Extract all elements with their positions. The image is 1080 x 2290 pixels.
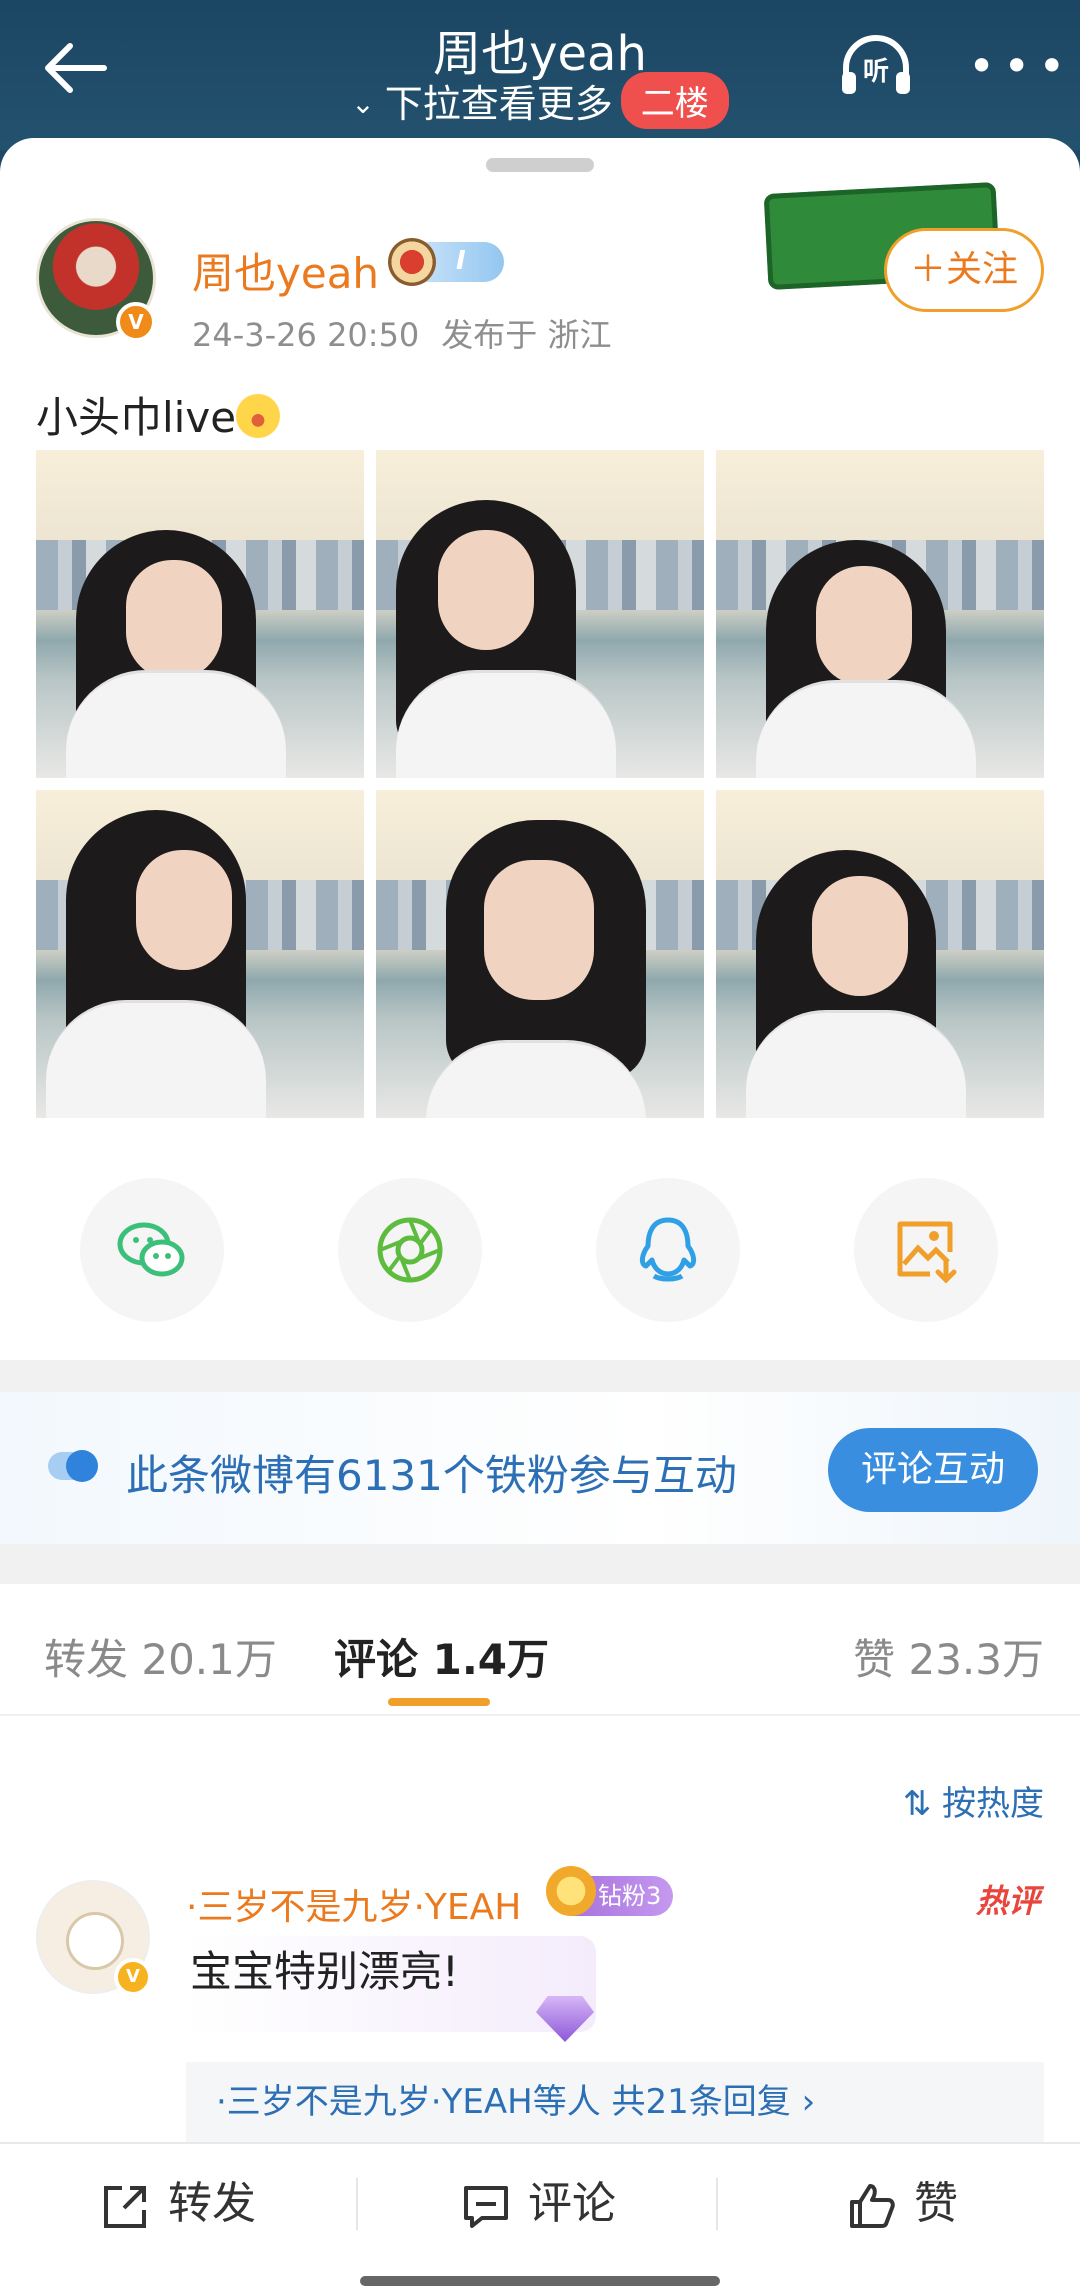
divider (0, 1544, 1080, 1584)
crown-icon (546, 1866, 596, 1916)
listen-label: 听 (863, 57, 889, 87)
like-label: 赞 (914, 2178, 958, 2229)
verified-badge-icon: V (114, 1958, 152, 1996)
bottom-action-bar: 转发 评论 赞 (0, 2142, 1080, 2290)
post-text-content: 小头巾live (36, 393, 237, 442)
separator (356, 2178, 358, 2230)
divider (0, 1360, 1080, 1392)
author-avatar[interactable]: V (36, 218, 156, 342)
post-text: 小头巾live (36, 384, 281, 445)
comment-label: 评论 (528, 2178, 616, 2229)
top-header: 周也yeah ⌄ 下拉查看更多 二楼 听 ••• (0, 0, 1080, 150)
like-button[interactable]: 赞 (846, 2174, 958, 2234)
hot-comment-tag: 热评 (975, 1882, 1040, 1920)
diamond-icon (536, 1996, 594, 2042)
comment-text[interactable]: 宝宝特别漂亮! (186, 1936, 596, 2032)
share-moments-button[interactable] (338, 1178, 482, 1322)
sort-button[interactable]: ⇅ 按热度 (903, 1776, 1044, 1825)
post-time: 24-3-26 20:50 (192, 316, 420, 354)
headphones-icon[interactable]: 听 (838, 34, 914, 98)
comment-button[interactable]: 评论 (460, 2174, 616, 2234)
fan-interaction-banner[interactable]: 此条微博有6131个铁粉参与互动 评论互动 (0, 1392, 1080, 1544)
separator (716, 2178, 718, 2230)
chevron-down-icon: ⌄ (351, 87, 375, 120)
post-meta: 24-3-26 20:50 发布于 浙江 (192, 310, 633, 356)
pull-down-hint[interactable]: ⌄ 下拉查看更多 二楼 (0, 72, 1080, 129)
repost-button[interactable]: 转发 (100, 2174, 256, 2234)
save-image-button[interactable] (854, 1178, 998, 1322)
commenter-name[interactable]: ·三岁不是九岁·YEAH (186, 1878, 521, 1930)
floor-tag: 二楼 (620, 72, 729, 129)
sort-icon: ⇅ (902, 1784, 932, 1824)
home-indicator[interactable] (360, 2276, 720, 2286)
member-badge[interactable]: I (388, 238, 504, 286)
post-card: V 周也yeah I 24-3-26 20:50 发布于 浙江 ​ ＋关注 小头巾… (0, 138, 1080, 1360)
author-name[interactable]: 周也yeah (192, 240, 379, 301)
photo-1[interactable] (36, 450, 364, 778)
wechat-icon (117, 1222, 185, 1277)
more-options-icon[interactable]: ••• (968, 43, 1073, 89)
share-wechat-button[interactable] (80, 1178, 224, 1322)
member-level: I (456, 246, 466, 276)
photo-4[interactable] (36, 790, 364, 1118)
qq-icon (639, 1217, 697, 1282)
drag-handle[interactable] (486, 158, 594, 172)
comment-interact-button[interactable]: 评论互动 (828, 1428, 1038, 1512)
photo-6[interactable] (716, 790, 1044, 1118)
verified-badge-icon: V (116, 302, 156, 342)
share-row (0, 1178, 1080, 1328)
commenter-avatar[interactable]: V (36, 1880, 152, 1996)
repost-label: 转发 (168, 2178, 256, 2229)
moments-icon (377, 1217, 443, 1283)
fan-level-text: 钻粉3 (598, 1882, 662, 1910)
tab-comments[interactable]: 评论 1.4万 (334, 1626, 549, 1687)
view-replies-link[interactable]: ·三岁不是九岁·YEAH等人 共21条回复 › (186, 2062, 1044, 2142)
photo-2[interactable] (376, 450, 704, 778)
post-location: 发布于 浙江 (441, 316, 612, 354)
follow-button[interactable]: ＋关注 (884, 228, 1044, 312)
banner-text: 此条微博有6131个铁粉参与互动 (126, 1451, 737, 1500)
emoji-icon (236, 394, 281, 438)
photo-grid (36, 450, 1044, 1118)
comment-icon (464, 2186, 508, 2228)
tab-likes[interactable]: 赞 23.3万 (853, 1626, 1044, 1687)
save-image-icon (897, 1221, 957, 1284)
share-qq-button[interactable] (596, 1178, 740, 1322)
pull-down-text: 下拉查看更多 (384, 82, 613, 126)
weibo-post-page: 周也yeah ⌄ 下拉查看更多 二楼 听 ••• V 周也yeah I 24-3-2… (0, 0, 1080, 2290)
fan-level-badge[interactable]: 钻粉3 (546, 1866, 674, 1916)
drum-badge-icon (388, 238, 436, 286)
toggle-icon (48, 1450, 98, 1482)
photo-3[interactable] (716, 450, 1044, 778)
active-tab-indicator (388, 1698, 490, 1706)
photo-5[interactable] (376, 790, 704, 1118)
sort-label: 按热度 (942, 1784, 1044, 1824)
share-icon (104, 2186, 146, 2228)
tab-divider (0, 1714, 1080, 1716)
tab-reposts[interactable]: 转发 20.1万 (44, 1626, 277, 1687)
thumbs-up-icon (850, 2184, 895, 2228)
avatar-image (66, 1912, 124, 1970)
